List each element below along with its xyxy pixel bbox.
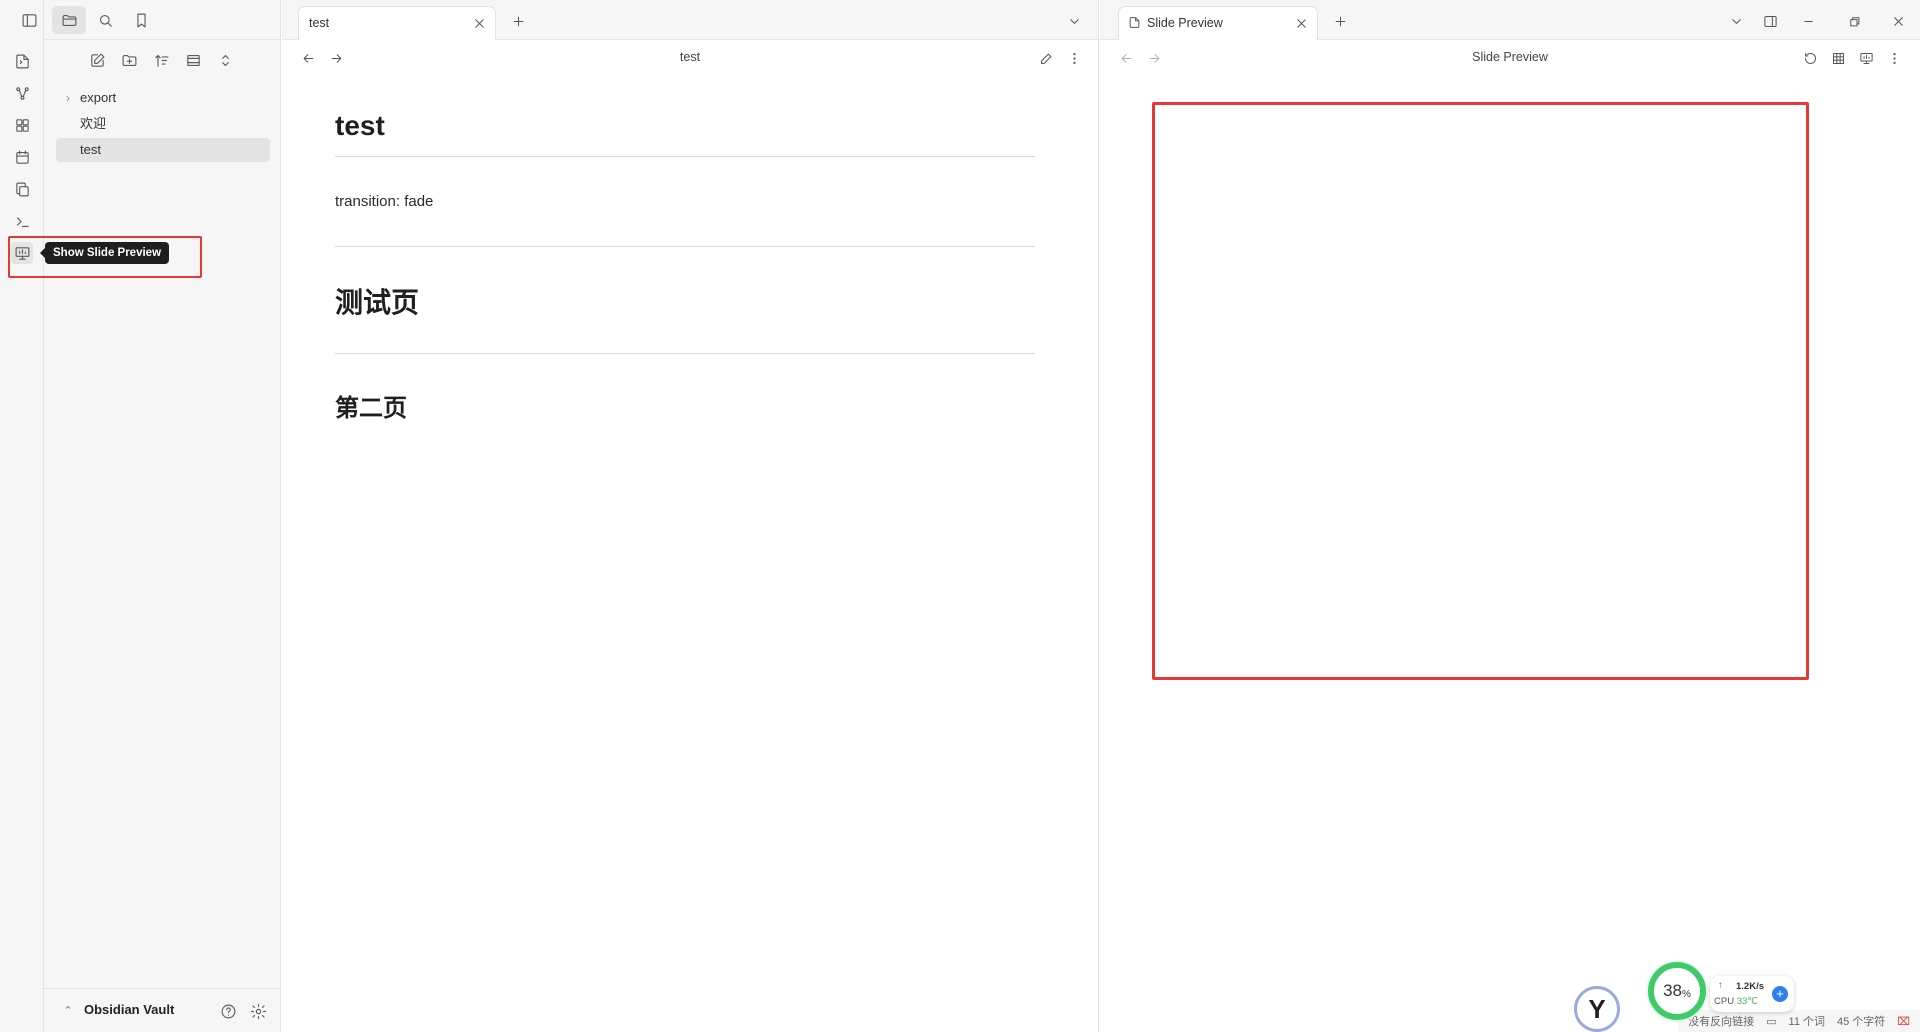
close-icon[interactable] <box>1293 15 1309 31</box>
gauge-value: 38 <box>1663 981 1682 1000</box>
file-explorer-actions <box>44 48 281 72</box>
view-title[interactable]: Slide Preview <box>1100 50 1920 64</box>
editor-pane: test test test transition: fade 测试页 第二页 <box>282 0 1099 1032</box>
toggle-sidebar-icon[interactable] <box>14 6 44 34</box>
vault-switcher-bar: ⌃ Obsidian Vault <box>44 988 281 1032</box>
view-title[interactable]: test <box>282 50 1098 64</box>
new-tab-plus-icon[interactable] <box>1328 9 1352 33</box>
close-window-icon[interactable] <box>1886 9 1910 33</box>
tab-list-chevron-down-icon[interactable] <box>1062 9 1086 33</box>
tree-item-label: export <box>80 90 117 105</box>
tab-slide-preview[interactable]: Slide Preview <box>1118 6 1318 40</box>
status-bar: 没有反向链接 ▭ 11 个词 45 个字符 ⌧ <box>1678 1010 1920 1032</box>
vault-name[interactable]: Obsidian Vault <box>84 1002 174 1017</box>
preview-tab-bar: Slide Preview <box>1100 0 1920 40</box>
file-icon <box>1128 16 1141 32</box>
new-folder-icon[interactable] <box>117 48 141 72</box>
more-options-icon[interactable] <box>1882 46 1906 70</box>
presentation-icon[interactable] <box>1854 46 1878 70</box>
more-options-icon[interactable] <box>1062 46 1086 70</box>
minimize-window-icon[interactable] <box>1796 9 1820 33</box>
collapse-all-icon[interactable] <box>213 48 237 72</box>
daily-note-calendar-icon[interactable] <box>11 146 33 168</box>
reload-icon[interactable] <box>1798 46 1822 70</box>
heading-title: test <box>335 110 1035 157</box>
add-plus-icon[interactable]: + <box>1772 986 1788 1002</box>
app-logo-icon[interactable]: Y <box>1574 986 1620 1032</box>
search-tab-icon[interactable] <box>88 6 122 34</box>
cpu-temp: 33℃ <box>1736 996 1758 1007</box>
toggle-right-sidebar-icon[interactable] <box>1758 9 1782 33</box>
slide-preview-frame[interactable] <box>1152 102 1809 680</box>
horizontal-rule <box>335 246 1035 247</box>
tree-file-welcome[interactable]: 欢迎 <box>56 112 270 136</box>
graph-view-icon[interactable] <box>11 82 33 104</box>
new-tab-plus-icon[interactable] <box>506 9 530 33</box>
tree-item-label: test <box>80 142 101 157</box>
tab-test[interactable]: test <box>298 6 496 40</box>
tab-title: test <box>309 16 330 30</box>
auto-reveal-file-icon[interactable] <box>181 48 205 72</box>
sync-disabled-icon[interactable]: ⌧ <box>1897 1015 1910 1028</box>
close-icon[interactable] <box>471 15 487 31</box>
tooltip: Show Slide Preview <box>39 242 170 264</box>
new-note-icon[interactable] <box>85 48 109 72</box>
cpu-temp-readout: CPU 33℃ <box>1714 996 1758 1007</box>
note-content: test transition: fade 测试页 第二页 <box>335 110 1035 423</box>
cpu-label: CPU <box>1714 996 1735 1007</box>
grid-view-icon[interactable] <box>1826 46 1850 70</box>
tree-item-label: 欢迎 <box>80 116 107 131</box>
vault-switch-chevrons-icon[interactable]: ⌃ <box>58 999 78 1021</box>
command-palette-terminal-icon[interactable] <box>11 210 33 232</box>
edit-pencil-icon[interactable] <box>1034 46 1058 70</box>
frontmatter-text: transition: fade <box>335 193 434 210</box>
tab-title: Slide Preview <box>1147 16 1223 30</box>
canvas-icon[interactable] <box>11 114 33 136</box>
heading-test-page: 测试页 <box>335 281 1035 354</box>
word-count: 11 个词 <box>1788 1016 1826 1028</box>
templates-copy-icon[interactable] <box>11 178 33 200</box>
sidebar-tab-bar <box>22 0 281 40</box>
net-speed: 1.2K/s <box>1736 981 1764 992</box>
comment-icon[interactable]: ▭ <box>1766 1015 1776 1028</box>
upload-arrow-icon: ↑ <box>1718 980 1723 991</box>
view-header: Slide Preview <box>1100 40 1920 76</box>
restore-window-icon[interactable] <box>1842 9 1866 33</box>
open-quick-switcher-icon[interactable] <box>11 50 33 72</box>
view-header: test <box>282 40 1098 76</box>
memory-usage-gauge[interactable]: 38% <box>1648 962 1706 1020</box>
left-ribbon <box>0 0 44 1032</box>
tab-list-chevron-down-icon[interactable] <box>1724 9 1748 33</box>
file-tree: › export 欢迎 test <box>56 86 270 164</box>
chevron-right-icon: › <box>66 91 70 105</box>
char-count: 45 个字符 <box>1837 1016 1886 1028</box>
bookmarks-tab-icon[interactable] <box>124 6 158 34</box>
tree-file-test[interactable]: test <box>56 138 270 162</box>
network-monitor[interactable]: ↑ 1.2K/s CPU 33℃ + <box>1710 976 1794 1012</box>
gauge-unit: % <box>1682 988 1691 1000</box>
file-explorer-tab[interactable] <box>52 6 86 34</box>
help-icon[interactable] <box>216 999 240 1023</box>
settings-gear-icon[interactable] <box>246 999 270 1023</box>
logo-letter: Y <box>1588 993 1606 1024</box>
backlinks-count[interactable]: 没有反向链接 <box>1688 1013 1754 1029</box>
tree-folder-export[interactable]: › export <box>56 86 270 110</box>
slide-preview-pane: Slide Preview Slide Preview <box>1100 0 1920 1032</box>
editor-tab-bar: test <box>282 0 1098 40</box>
file-explorer-panel: › export 欢迎 test ⌃ Obsidian Vault <box>22 0 281 1032</box>
heading-second-page: 第二页 <box>335 395 407 422</box>
change-sort-order-icon[interactable] <box>149 48 173 72</box>
